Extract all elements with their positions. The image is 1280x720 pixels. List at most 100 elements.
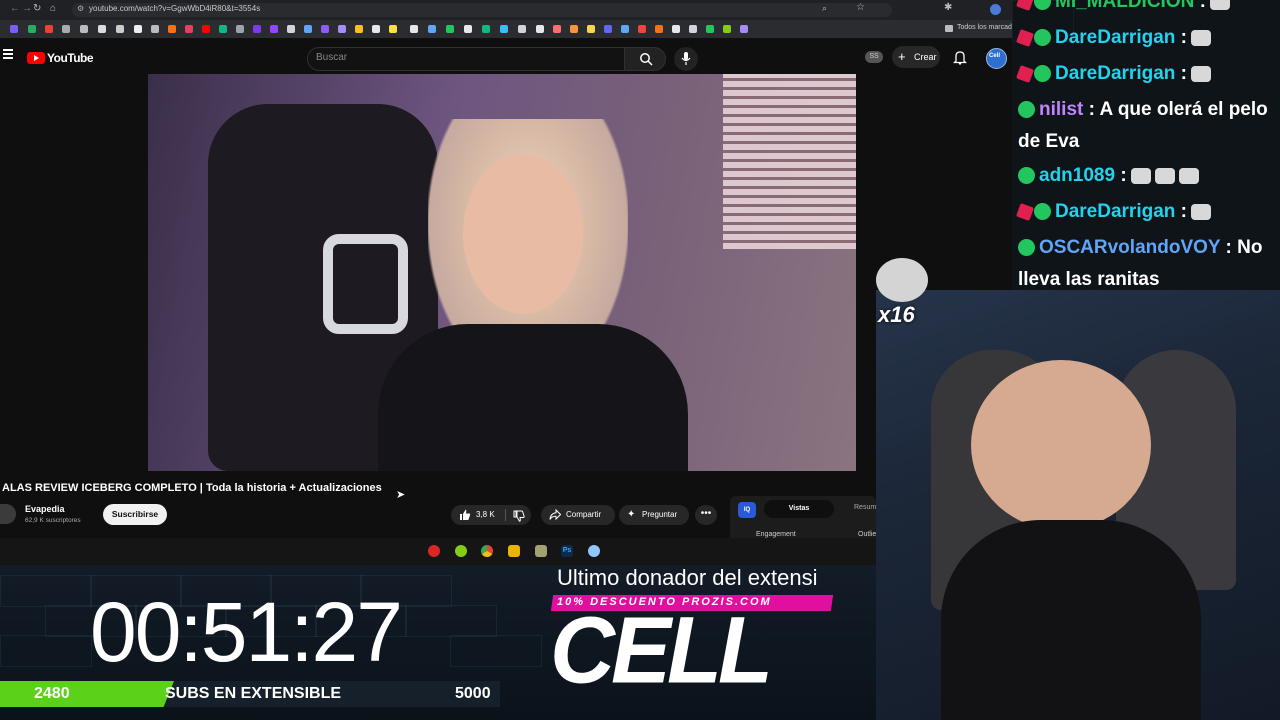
chat-username[interactable]: DareDarrigan: [1055, 201, 1175, 222]
like-count[interactable]: 3,8 K: [476, 505, 495, 525]
bookmark-icon[interactable]: [410, 25, 418, 33]
bookmark-icon[interactable]: [740, 25, 748, 33]
reload-icon[interactable]: ↻: [33, 3, 41, 14]
bookmark-icon[interactable]: [723, 25, 731, 33]
bookmark-icon[interactable]: [638, 25, 646, 33]
subscribe-button[interactable]: Suscribirse: [103, 504, 167, 525]
bookmark-icon[interactable]: [518, 25, 526, 33]
bookmark-icon[interactable]: [570, 25, 578, 33]
ask-button[interactable]: ✦ Preguntar: [619, 505, 689, 525]
bookmark-icon[interactable]: [389, 25, 397, 33]
chat-username[interactable]: adn1089: [1039, 165, 1115, 186]
bookmark-icon[interactable]: [219, 25, 227, 33]
account-avatar[interactable]: Cell: [986, 48, 1007, 69]
bookmark-icon[interactable]: [98, 25, 106, 33]
folder-icon[interactable]: [508, 545, 520, 557]
bookmark-icon[interactable]: [536, 25, 544, 33]
bookmark-icon[interactable]: [338, 25, 346, 33]
voice-search-button[interactable]: [674, 47, 698, 71]
taskbar-app-icon[interactable]: [588, 545, 600, 557]
bookmark-icon[interactable]: [655, 25, 663, 33]
tab-vistas[interactable]: Vistas: [764, 500, 834, 518]
emote-image: [876, 258, 928, 302]
bookmark-icon[interactable]: [446, 25, 454, 33]
vidiq-logo[interactable]: IQ: [738, 502, 756, 518]
bookmark-icon[interactable]: [321, 25, 329, 33]
bookmark-icon[interactable]: [168, 25, 176, 33]
bookmark-icon[interactable]: [62, 25, 70, 33]
bookmark-icon[interactable]: [253, 25, 261, 33]
youtube-logo-icon[interactable]: [27, 52, 45, 64]
chat-text: :: [1175, 27, 1187, 48]
sub-badge-icon: [1016, 65, 1034, 83]
chat-badge-icon: [1018, 239, 1035, 257]
dislike-icon[interactable]: [513, 510, 525, 522]
chat-username[interactable]: OSCARvolandoVOY: [1039, 237, 1220, 258]
bookmark-icon[interactable]: [372, 25, 380, 33]
bookmark-icon[interactable]: [587, 25, 595, 33]
bookmark-icon[interactable]: [185, 25, 193, 33]
search-icon: [640, 53, 653, 66]
bookmark-icon[interactable]: [10, 25, 18, 33]
chat-text: :: [1175, 63, 1187, 84]
bookmark-icon[interactable]: [464, 25, 472, 33]
home-icon[interactable]: ⌂: [50, 3, 56, 14]
bookmark-icon[interactable]: [116, 25, 124, 33]
menu-icon[interactable]: [3, 49, 13, 59]
bookmark-icon[interactable]: [689, 25, 697, 33]
bookmark-icon[interactable]: [604, 25, 612, 33]
bookmark-icon[interactable]: [428, 25, 436, 33]
search-input[interactable]: [307, 47, 625, 71]
chat-username[interactable]: MI_MALDICION: [1055, 0, 1194, 12]
back-icon[interactable]: ←: [10, 3, 20, 14]
zoom-icon[interactable]: ⌕: [822, 3, 827, 14]
site-info-icon[interactable]: ⚙: [77, 4, 84, 13]
bookmark-icon[interactable]: [45, 25, 53, 33]
photoshop-icon[interactable]: Ps: [561, 545, 573, 557]
bookmark-icon[interactable]: [270, 25, 278, 33]
more-actions-icon[interactable]: •••: [695, 505, 717, 525]
ss-badge[interactable]: SS: [865, 51, 883, 63]
bookmark-icon[interactable]: [500, 25, 508, 33]
sub-badge-icon: [1016, 0, 1034, 11]
bookmark-icon[interactable]: [672, 25, 680, 33]
extensions-icon[interactable]: ✱: [944, 2, 952, 13]
bookmark-icon[interactable]: [287, 25, 295, 33]
share-button[interactable]: Compartir: [541, 505, 615, 525]
bookmark-star-icon[interactable]: ☆: [856, 2, 865, 13]
chrome-icon[interactable]: [481, 545, 493, 557]
notifications-bell-icon[interactable]: [953, 50, 967, 65]
bookmark-icon[interactable]: [236, 25, 244, 33]
bookmark-icon[interactable]: [553, 25, 561, 33]
chat-badge-icon: [1018, 167, 1035, 185]
taskbar-app-icon[interactable]: [455, 545, 467, 557]
youtube-logo-text[interactable]: YouTube: [47, 51, 94, 65]
bookmark-icon[interactable]: [134, 25, 142, 33]
video-player[interactable]: [148, 74, 856, 471]
chat-emote-icon: [1191, 29, 1211, 46]
bookmark-icon[interactable]: [355, 25, 363, 33]
bookmark-icon[interactable]: [482, 25, 490, 33]
bookmark-icon[interactable]: [304, 25, 312, 33]
bookmark-icon[interactable]: [80, 25, 88, 33]
chat-username[interactable]: nilist: [1039, 99, 1083, 120]
bookmark-icon[interactable]: [621, 25, 629, 33]
profile-icon[interactable]: [990, 4, 1001, 15]
chat-username[interactable]: DareDarrigan: [1055, 27, 1175, 48]
chat-username[interactable]: DareDarrigan: [1055, 63, 1175, 84]
taskbar-app-icon[interactable]: [428, 545, 440, 557]
bookmark-icon[interactable]: [151, 25, 159, 33]
bookmark-icon[interactable]: [28, 25, 36, 33]
chat-emote-icon: [1154, 167, 1175, 184]
bookmarks-bar: Todos los marcadores: [0, 20, 1025, 38]
forward-icon[interactable]: →: [22, 3, 32, 14]
bookmark-icon[interactable]: [202, 25, 210, 33]
last-donor-label: Ultimo donador del extensi: [557, 565, 818, 590]
create-button[interactable]: + Crear: [892, 46, 940, 68]
webcam-feed: [876, 290, 1280, 720]
like-icon[interactable]: [459, 509, 471, 521]
taskbar-app-icon[interactable]: [535, 545, 547, 557]
channel-name[interactable]: Evapedia: [25, 504, 65, 514]
search-button[interactable]: [624, 47, 666, 71]
bookmark-icon[interactable]: [706, 25, 714, 33]
